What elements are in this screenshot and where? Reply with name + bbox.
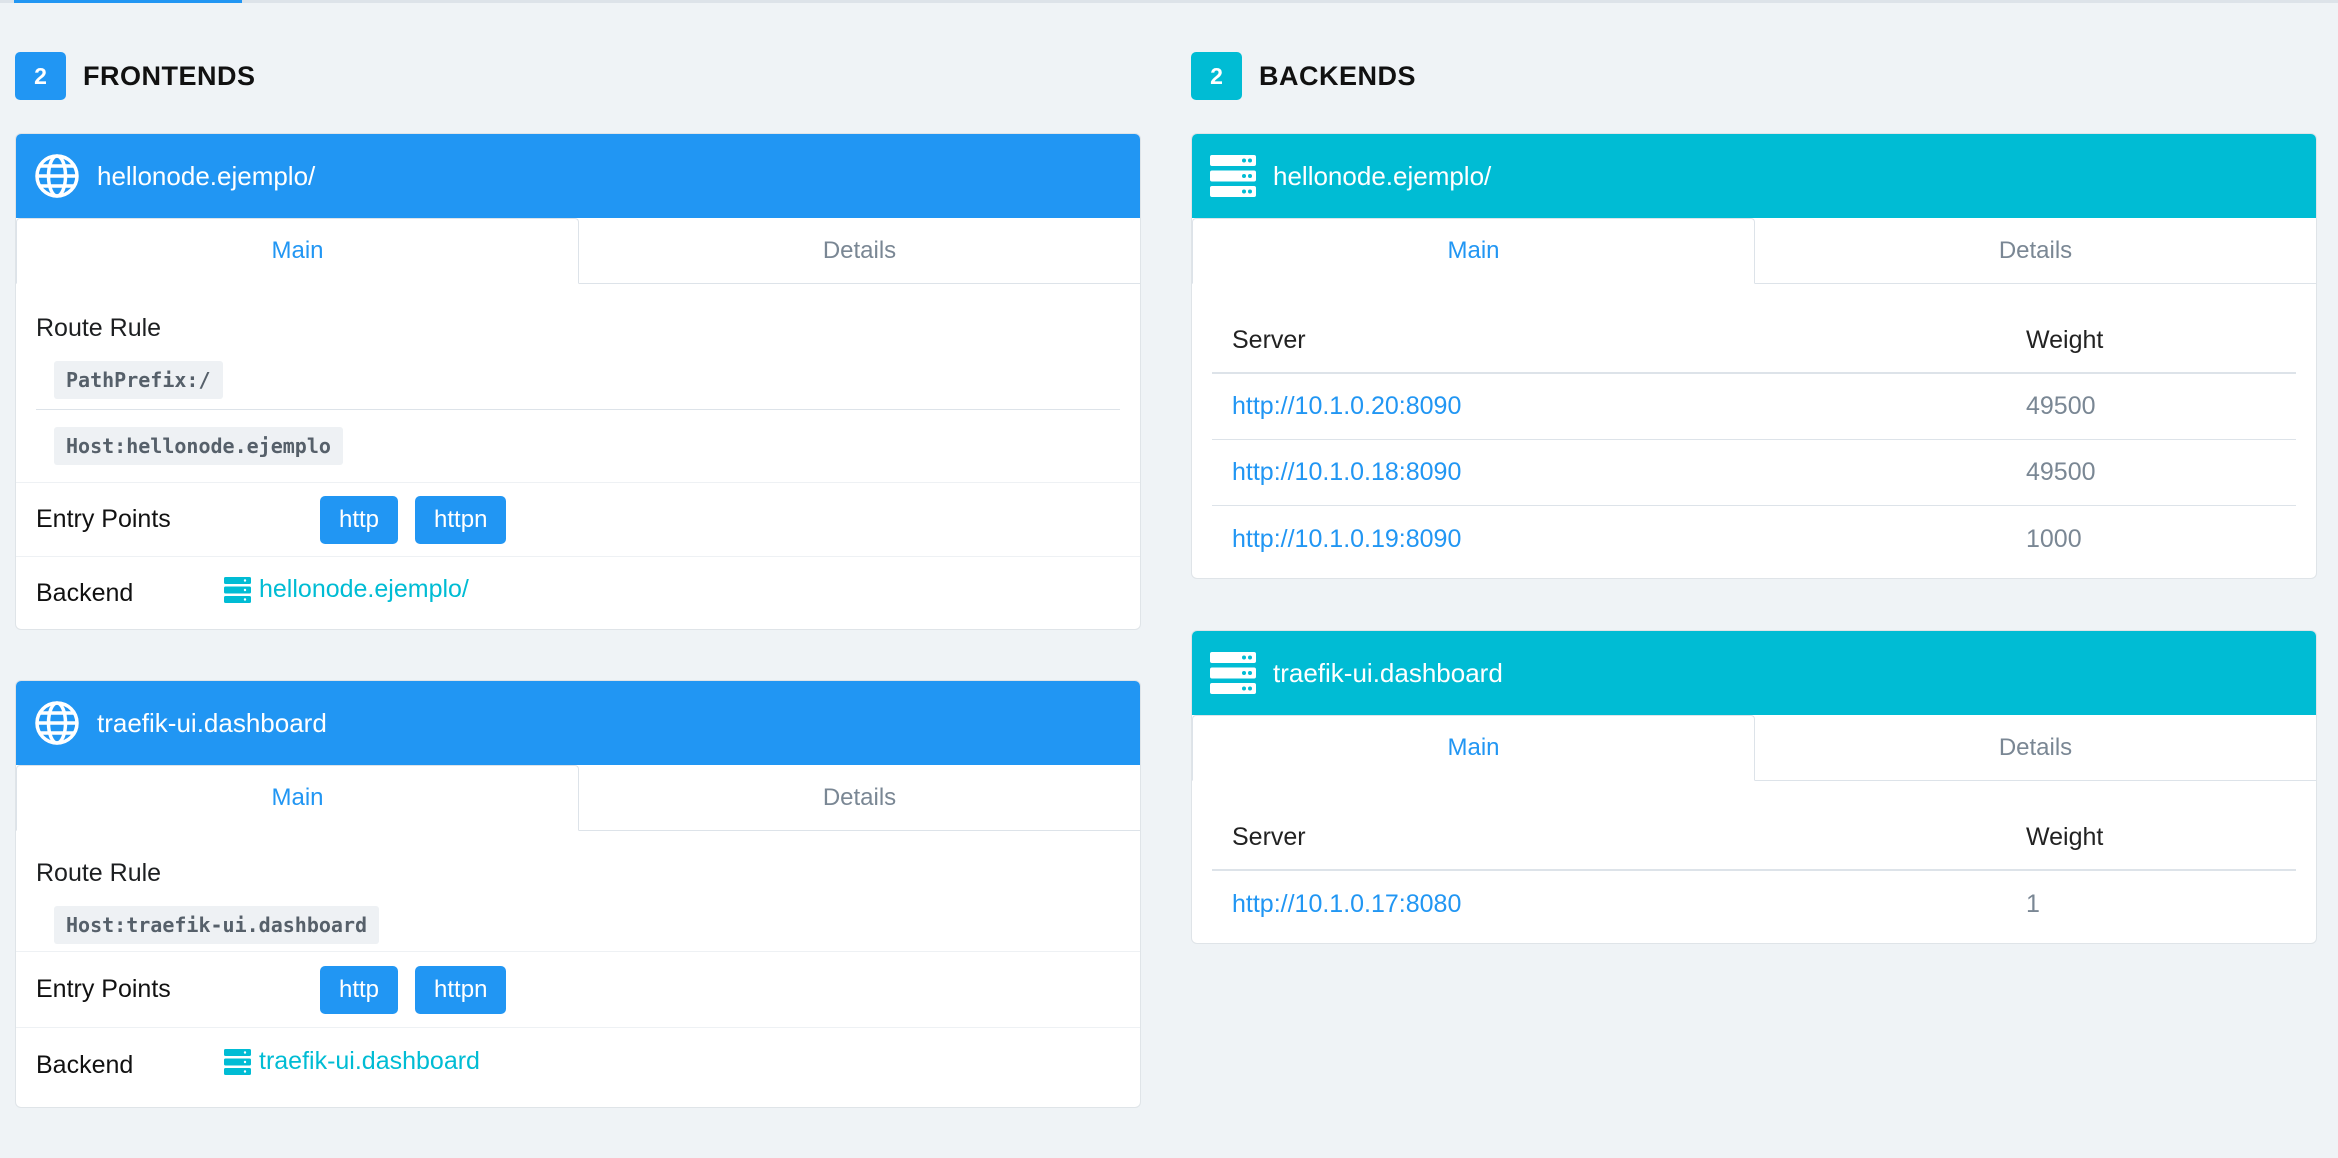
server-weight: 49500 <box>2026 392 2096 420</box>
table-row: http://10.1.0.18:8090 49500 <box>1212 440 2296 506</box>
backend-link-label: traefik-ui.dashboard <box>259 1047 480 1075</box>
server-column-header: Server <box>1232 325 1306 354</box>
route-rule-code: Host:hellonode.ejemplo <box>54 427 343 465</box>
servers-table: Server Weight http://10.1.0.20:8090 4950… <box>1212 284 2296 572</box>
servers-table: Server Weight http://10.1.0.17:8080 1 <box>1212 781 2296 937</box>
table-row: http://10.1.0.20:8090 49500 <box>1212 374 2296 440</box>
frontend-name: traefik-ui.dashboard <box>97 707 327 738</box>
entry-points-row: Entry Points http httpn <box>16 482 1140 556</box>
server-weight: 1 <box>2026 889 2040 918</box>
frontend-card: traefik-ui.dashboard Main Details Route … <box>15 680 1141 1108</box>
backend-tabs: Main Details <box>1192 218 2316 284</box>
route-rule-label: Route Rule <box>36 314 162 342</box>
backend-row: Backend hellonode.ejemplo/ <box>16 556 1140 622</box>
route-rule-code: PathPrefix:/ <box>54 361 223 399</box>
servers-table-header: Server Weight <box>1212 781 2296 871</box>
entry-points-row: Entry Points http httpn <box>16 951 1140 1027</box>
backend-card-header: hellonode.ejemplo/ <box>1192 134 2316 218</box>
route-rule-label: Route Rule <box>36 859 162 887</box>
route-rule-item: Host:traefik-ui.dashboard <box>16 899 1140 951</box>
tab-main[interactable]: Main <box>16 218 579 284</box>
frontend-card-header: traefik-ui.dashboard <box>16 681 1140 765</box>
tab-details[interactable]: Details <box>1755 715 2316 780</box>
backend-link[interactable]: hellonode.ejemplo/ <box>224 575 469 604</box>
entry-point-httpn-button[interactable]: httpn <box>415 495 507 544</box>
tab-details[interactable]: Details <box>579 218 1140 283</box>
server-url-link[interactable]: http://10.1.0.17:8080 <box>1212 890 2026 919</box>
frontend-card-header: hellonode.ejemplo/ <box>16 134 1140 218</box>
frontends-title: FRONTENDS <box>83 60 256 91</box>
backend-label: Backend <box>36 579 134 607</box>
backend-link-label: hellonode.ejemplo/ <box>259 575 469 603</box>
server-url-link[interactable]: http://10.1.0.20:8090 <box>1212 392 2026 421</box>
backend-name: hellonode.ejemplo/ <box>1273 160 1492 191</box>
server-weight: 1000 <box>2026 524 2082 553</box>
tab-details[interactable]: Details <box>579 765 1140 830</box>
route-rule-code: Host:traefik-ui.dashboard <box>54 906 380 944</box>
frontends-count-badge: 2 <box>15 52 66 100</box>
weight-column-header: Weight <box>2026 325 2104 354</box>
tab-main[interactable]: Main <box>1192 715 1755 781</box>
server-url-link[interactable]: http://10.1.0.18:8090 <box>1212 458 2026 487</box>
server-stack-icon <box>1210 650 1256 696</box>
globe-icon <box>34 153 80 199</box>
tab-main[interactable]: Main <box>16 765 579 831</box>
entry-point-http-button[interactable]: http <box>320 495 399 544</box>
server-stack-icon <box>1210 153 1256 199</box>
backend-link[interactable]: traefik-ui.dashboard <box>224 1047 480 1076</box>
top-tab-bar-border <box>0 0 2338 3</box>
weight-column-header: Weight <box>2026 822 2104 851</box>
backend-card: traefik-ui.dashboard Main Details Server… <box>1191 630 2317 944</box>
frontend-tabs: Main Details <box>16 218 1140 284</box>
route-rule-item: PathPrefix:/ <box>16 354 1140 406</box>
globe-icon <box>34 700 80 746</box>
servers-table-header: Server Weight <box>1212 284 2296 374</box>
backends-title: BACKENDS <box>1259 60 1417 91</box>
backend-label: Backend <box>36 1051 134 1079</box>
backends-section-header: 2 BACKENDS <box>1191 52 1416 100</box>
backend-name: traefik-ui.dashboard <box>1273 657 1503 688</box>
server-weight: 49500 <box>2026 458 2096 486</box>
backend-card-header: traefik-ui.dashboard <box>1192 631 2316 715</box>
table-row: http://10.1.0.17:8080 1 <box>1212 871 2296 937</box>
server-column-header: Server <box>1232 822 1306 851</box>
tab-main[interactable]: Main <box>1192 218 1755 284</box>
backend-tabs: Main Details <box>1192 715 2316 781</box>
tab-details[interactable]: Details <box>1755 218 2316 283</box>
frontends-section-header: 2 FRONTENDS <box>15 52 256 100</box>
route-rule-item: Host:hellonode.ejemplo <box>16 410 1140 482</box>
server-stack-icon <box>224 576 251 603</box>
entry-point-httpn-button[interactable]: httpn <box>415 965 507 1014</box>
frontend-card: hellonode.ejemplo/ Main Details Route Ru… <box>15 133 1141 630</box>
server-url-link[interactable]: http://10.1.0.19:8090 <box>1212 525 2026 554</box>
frontend-name: hellonode.ejemplo/ <box>97 160 316 191</box>
entry-points-label: Entry Points <box>36 505 171 533</box>
backend-row: Backend traefik-ui.dashboard <box>16 1027 1140 1095</box>
frontend-tabs: Main Details <box>16 765 1140 831</box>
active-tab-indicator <box>14 0 242 3</box>
entry-point-http-button[interactable]: http <box>320 965 399 1014</box>
backend-card: hellonode.ejemplo/ Main Details Server W… <box>1191 133 2317 579</box>
entry-points-label: Entry Points <box>36 975 171 1003</box>
server-stack-icon <box>224 1048 251 1075</box>
backends-count-badge: 2 <box>1191 52 1242 100</box>
table-row: http://10.1.0.19:8090 1000 <box>1212 506 2296 572</box>
